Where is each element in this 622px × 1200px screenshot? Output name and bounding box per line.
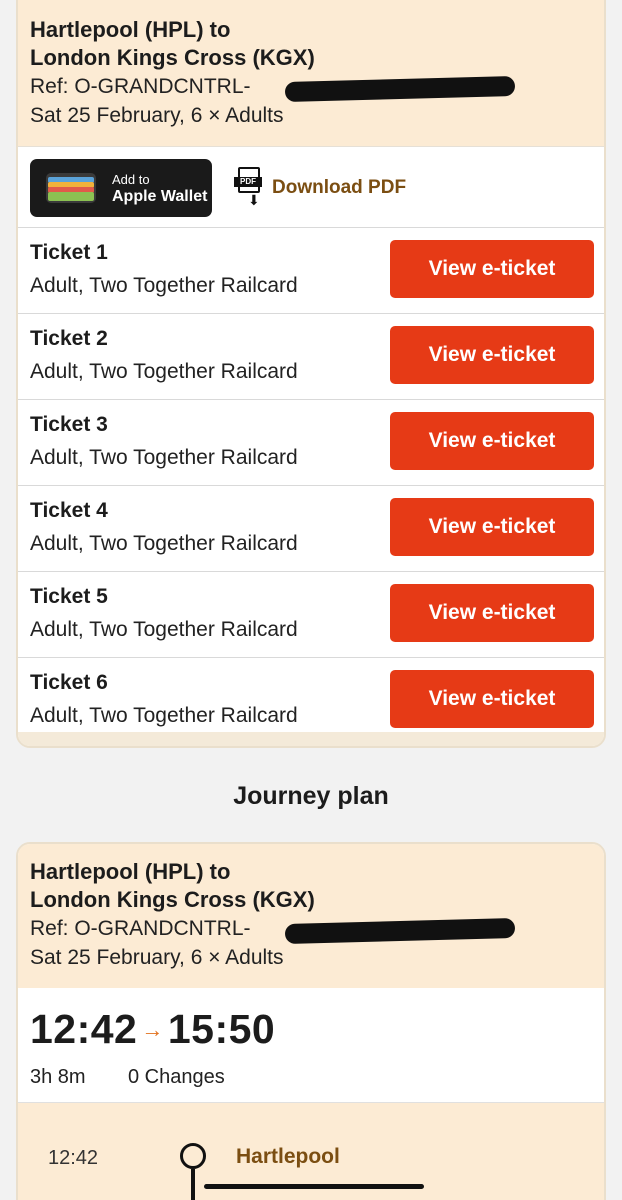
view-e-ticket-button[interactable]: View e-ticket [390,670,594,728]
stop-name-link[interactable]: Hartlepool [236,1145,340,1169]
ticket-type: Adult, Two Together Railcard [30,704,298,727]
ticket-row: Ticket 2 Adult, Two Together Railcard Vi… [18,314,604,400]
ticket-row: Ticket 3 Adult, Two Together Railcard Vi… [18,400,604,486]
pdf-icon-text: PDF [234,177,262,187]
view-e-ticket-button[interactable]: View e-ticket [390,498,594,556]
stop-marker-icon [180,1143,206,1169]
download-pdf-link[interactable]: PDF ⬇ Download PDF [234,165,406,211]
journey-plan-heading: Journey plan [233,782,389,810]
redaction-mark [284,917,516,945]
view-e-ticket-button[interactable]: View e-ticket [390,584,594,642]
booking-reference: Ref: O-GRANDCNTRL- [30,914,516,945]
wallet-label-big: Apple Wallet [112,188,208,205]
ticket-name: Ticket 1 [30,241,108,264]
ticket-row: Ticket 1 Adult, Two Together Railcard Vi… [18,228,604,314]
arrival-time: 15:50 [167,1006,276,1052]
booking-reference-text: Ref: O-GRANDCNTRL- [30,917,251,940]
redaction-mark [284,75,516,103]
booking-reference: Ref: O-GRANDCNTRL- [30,72,516,103]
stop-time: 12:42 [48,1147,99,1169]
booking-reference-text: Ref: O-GRANDCNTRL- [30,75,251,98]
ticket-name: Ticket 6 [30,671,108,694]
ticket-type: Adult, Two Together Railcard [30,446,298,469]
route-destination: London Kings Cross (KGX) [30,887,315,912]
journey-stops: 12:42 Hartlepool [18,1103,604,1200]
arrow-right-icon: → [141,1016,164,1042]
route-destination: London Kings Cross (KGX) [30,45,315,70]
view-e-ticket-button[interactable]: View e-ticket [390,326,594,384]
journey-header: Hartlepool (HPL) to London Kings Cross (… [18,844,604,988]
ticket-name: Ticket 2 [30,327,108,350]
ticket-type: Adult, Two Together Railcard [30,360,298,383]
download-pdf-label: Download PDF [272,177,407,198]
ticket-row: Ticket 5 Adult, Two Together Railcard Vi… [18,572,604,658]
ticket-type: Adult, Two Together Railcard [30,532,298,555]
wallet-label-small: Add to [112,172,150,187]
ticket-list: Ticket 1 Adult, Two Together Railcard Vi… [18,228,604,744]
view-e-ticket-button[interactable]: View e-ticket [390,412,594,470]
travel-date-passengers: Sat 25 February, 6 × Adults [30,104,284,127]
ticket-type: Adult, Two Together Railcard [30,274,298,297]
booking-card: Hartlepool (HPL) to London Kings Cross (… [16,0,606,748]
journey-duration: 3h 8m [30,1066,86,1088]
departure-time: 12:42 [30,1006,138,1052]
ticket-name: Ticket 5 [30,585,108,608]
pdf-download-icon: PDF ⬇ [234,167,264,209]
add-to-apple-wallet-button[interactable]: Add to Apple Wallet [30,159,212,217]
ticket-row: Ticket 6 Adult, Two Together Railcard Vi… [18,658,604,744]
ticket-name: Ticket 3 [30,413,108,436]
route-origin: Hartlepool (HPL) to [30,859,231,884]
view-e-ticket-button[interactable]: View e-ticket [390,240,594,298]
route-segment-bar [204,1184,424,1189]
route-origin: Hartlepool (HPL) to [30,17,231,42]
travel-date-passengers: Sat 25 February, 6 × Adults [30,946,284,969]
wallet-icon [46,173,96,203]
ticket-actions: Add to Apple Wallet PDF ⬇ Download PDF [18,146,604,228]
route-line [191,1169,195,1200]
journey-card: Hartlepool (HPL) to London Kings Cross (… [16,842,606,1200]
ticket-type: Adult, Two Together Railcard [30,618,298,641]
ticket-row: Ticket 4 Adult, Two Together Railcard Vi… [18,486,604,572]
journey-times: 12:42 → 15:50 3h 8m 0 Changes [18,988,604,1103]
journey-changes: 0 Changes [128,1066,225,1088]
ticket-name: Ticket 4 [30,499,108,522]
booking-header: Hartlepool (HPL) to London Kings Cross (… [18,0,604,146]
